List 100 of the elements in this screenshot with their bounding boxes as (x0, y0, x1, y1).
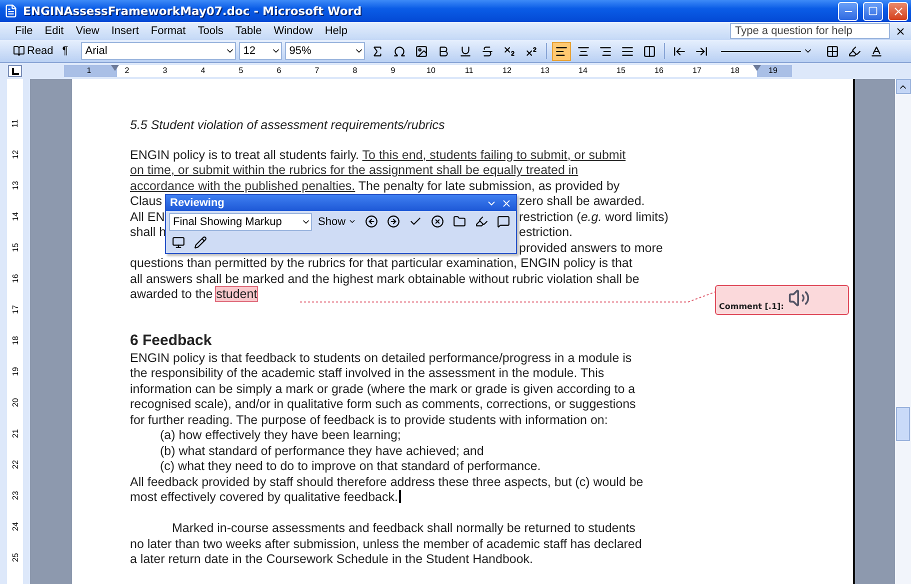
ruler-number: 10 (426, 65, 436, 77)
paragraph: ENGIN policy is that feedback to students on detailed performance/progress in a module is the responsibility of the academic staff involved in the assessment in the module. This information can be simply a mark or grade (where the mark or grade is given according to a recognised scale), and/or in qualitative form such as comments, corrections, or suggestions for further reading. The purpose of feedback is to provide students with information on: (130, 350, 636, 428)
align-right-icon (599, 44, 612, 58)
align-left-icon (555, 44, 568, 58)
ruler-number: 22 (10, 460, 20, 469)
paragraph: Marked in-course assessments and feedback shall normally be returned to students no later than two weeks after submission, unless the member of academic staff has declared a later return date in the Coursework Schedule in the Student Handbook. (130, 521, 642, 568)
text-fragment: All EN (130, 210, 165, 224)
close-button[interactable] (888, 2, 908, 20)
toolbar-title: Reviewing (170, 197, 226, 209)
show-button[interactable]: Show (315, 212, 359, 231)
ruler-number: 24 (10, 522, 20, 531)
scroll-thumb[interactable] (896, 407, 910, 441)
ruler-number: 19 (10, 367, 20, 376)
subscript-icon (503, 44, 516, 58)
omega-icon (393, 44, 406, 58)
tab-selector[interactable] (8, 65, 22, 77)
text-line: accordance with the published penalties. The penalty for late submission, as provided by (130, 178, 620, 194)
scroll-up-button[interactable] (896, 79, 910, 94)
paragraph: All feedback provided by staff should therefore address these three aspects, but (c) would be most effectively covered by qualitative feedback. (130, 474, 644, 506)
sigma-icon (371, 44, 384, 58)
ruler-number: 8 (352, 65, 358, 77)
ruler-number: 2 (124, 65, 130, 77)
section-heading: 5.5 Student violation of assessment requirements/rubrics (130, 118, 445, 134)
text-line: questions than permitted by the rubrics for that particular examination, ENGIN policy is that (130, 256, 632, 272)
menu-item[interactable]: Format (146, 24, 191, 38)
ruler-number: 17 (692, 65, 702, 77)
ruler-number: 7 (314, 65, 320, 77)
section-heading: 6 Feedback (130, 330, 212, 350)
align-button[interactable] (552, 42, 572, 60)
menu-item[interactable]: Tools (192, 24, 228, 38)
menu-item[interactable]: Window (268, 24, 318, 38)
minimize-button[interactable] (838, 2, 858, 20)
superscript-icon (525, 44, 538, 58)
ruler-number: 4 (200, 65, 206, 77)
ruler-number: 25 (10, 553, 20, 562)
strikethrough-icon (481, 44, 494, 58)
list-item: (a) how effectively they have been learning; (160, 428, 401, 444)
ruler-number: 11 (10, 119, 20, 128)
ruler-number: 5 (238, 65, 244, 77)
arrow-right-icon (387, 215, 400, 228)
display-dropdown[interactable]: Final Showing Markup (169, 212, 312, 230)
ruler-number: 15 (616, 65, 626, 77)
ruler-number: 12 (10, 150, 20, 159)
help-search-field[interactable]: Type a question for help (730, 23, 890, 39)
ruler-number: 18 (10, 336, 20, 345)
ruler-number: 14 (578, 65, 588, 77)
menu-item[interactable]: Insert (106, 24, 144, 38)
indent-marker[interactable] (753, 65, 761, 71)
pencil-icon (194, 236, 207, 249)
ruler-number: 17 (10, 305, 20, 314)
arrow-right-icon (695, 44, 708, 58)
show-formatting-button[interactable]: ¶ (59, 42, 78, 60)
scrollbar[interactable] (895, 79, 911, 584)
indent-marker[interactable] (111, 65, 119, 71)
comment-label: Comment [.1]: (719, 302, 784, 311)
speaker-icon (788, 287, 810, 309)
underline-icon (459, 44, 472, 58)
ruler-number: 9 (390, 65, 396, 77)
ruler-number: 16 (654, 65, 664, 77)
font-size-dropdown[interactable]: 12 (239, 42, 282, 60)
font-dropdown[interactable]: Arial (81, 42, 236, 60)
list-item: (b) what standard of performance they have achieved; and (160, 444, 484, 459)
ruler-number: 13 (10, 181, 20, 190)
ruler-number: 11 (464, 65, 474, 77)
ruler-number: 14 (10, 212, 20, 221)
text-line: on time, or submit within the rubrics for the assignment shall be equally treated in (130, 163, 578, 178)
list-item: (c) what they need to do to improve on that standard of performance. (160, 459, 541, 474)
book-icon (13, 45, 25, 57)
font-color-icon (870, 44, 884, 58)
highlighter-icon (848, 44, 862, 58)
document-icon (4, 4, 18, 18)
menu-item[interactable]: Table (230, 24, 267, 38)
zoom-dropdown[interactable]: 95% (285, 42, 366, 60)
text-fragment: estriction. (519, 225, 572, 239)
ruler-number: 23 (10, 491, 20, 500)
menu-item[interactable]: File (10, 24, 38, 38)
text-line: awarded to the student (130, 287, 258, 302)
text-fragment: zero shall be awarded. (519, 194, 645, 208)
window-title: ENGINAssessFrameworkMay07.doc - Microsoft Word (23, 4, 363, 18)
close-icon[interactable] (501, 198, 512, 208)
monitor-icon (172, 236, 185, 249)
align-center-icon (577, 44, 590, 58)
ruler-number: 16 (10, 274, 20, 283)
bold-icon (437, 44, 450, 58)
read-button[interactable]: Read (10, 42, 56, 60)
text-line: all answers shall be marked and the highest mark obtainable without rubric violation shall be (130, 272, 640, 287)
menu-item[interactable]: Help (320, 24, 352, 38)
maximize-button[interactable] (863, 2, 883, 20)
menu-item[interactable]: Edit (40, 24, 69, 38)
arrow-left-icon (365, 215, 378, 228)
ruler-number: 13 (540, 65, 550, 77)
circle-x-icon (431, 215, 444, 228)
ruler-number: 21 (10, 429, 20, 438)
ruler-number: 20 (10, 398, 20, 407)
text-fragment: restriction (e.g. word limits) (519, 210, 668, 224)
highlighter-icon (475, 215, 488, 228)
menu-item[interactable]: View (70, 24, 104, 38)
ruler-number: 18 (730, 65, 740, 77)
ruler-number: 19 (768, 65, 778, 77)
ruler-number: 1 (86, 65, 92, 77)
